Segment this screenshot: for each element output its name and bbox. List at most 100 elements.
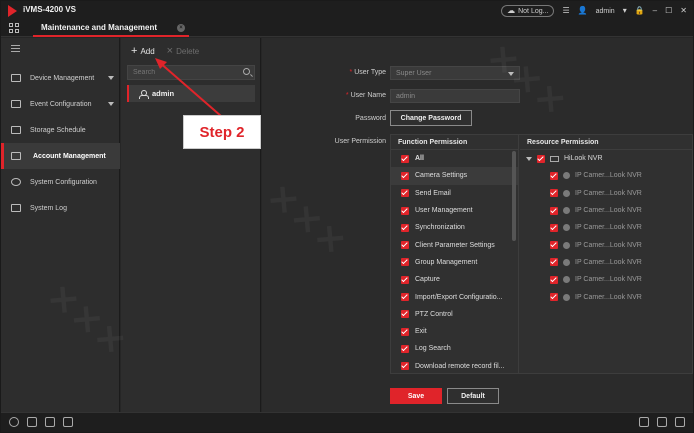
chevron-down-icon — [508, 72, 514, 76]
resource-camera-item[interactable]: IP Camer...Look NVR — [520, 185, 693, 202]
user-type-select[interactable]: Super User — [390, 66, 520, 80]
function-permission-item[interactable]: Client Parameter Settings — [391, 236, 518, 253]
resource-checkbox[interactable] — [550, 293, 558, 302]
sidebar-item-event-configuration[interactable]: Event Configuration — [1, 91, 120, 117]
menu-toggle-icon[interactable] — [11, 45, 20, 54]
user-permission-label: User Permission — [334, 138, 386, 145]
camera-icon — [563, 276, 570, 284]
function-permission-item[interactable]: All — [391, 150, 518, 167]
lock-icon[interactable]: 🔒 — [635, 6, 645, 16]
sidebar-item-system-log[interactable]: System Log — [1, 195, 120, 221]
default-button[interactable]: Default — [447, 388, 499, 404]
alarm-icon[interactable] — [9, 417, 19, 427]
function-permission-item[interactable]: PTZ Control — [391, 306, 518, 323]
sidebar: Device Management Event Configuration St… — [1, 38, 120, 412]
save-button[interactable]: Save — [390, 388, 442, 404]
sidebar-item-system-configuration[interactable]: System Configuration — [1, 169, 120, 195]
close-panel-icon[interactable] — [675, 417, 685, 427]
function-permission-item[interactable]: User Management — [391, 202, 518, 219]
status-bar — [1, 412, 693, 432]
cloud-login-button[interactable]: ☁ Not Log... — [501, 5, 555, 17]
plus-icon: + — [131, 45, 138, 57]
tab-maintenance-management[interactable]: Maintenance and Management × — [33, 20, 189, 37]
resource-camera-item[interactable]: IP Camer...Look NVR — [520, 288, 693, 305]
tab-close-icon[interactable]: × — [177, 24, 185, 32]
list-icon[interactable]: ☰ — [562, 6, 569, 16]
function-permission-item[interactable]: Capture — [391, 271, 518, 288]
permission-checkbox[interactable] — [401, 223, 409, 232]
sidebar-item-label: Device Management — [30, 74, 95, 82]
log-icon — [11, 204, 21, 212]
sidebar-item-storage-schedule[interactable]: Storage Schedule — [1, 117, 120, 143]
device-icon — [11, 74, 21, 82]
function-permission-item[interactable]: Camera Settings — [391, 167, 518, 185]
function-permission-item[interactable]: Log Search — [391, 340, 518, 357]
resource-checkbox[interactable] — [537, 154, 545, 163]
permission-checkbox[interactable] — [401, 171, 409, 180]
close-icon[interactable]: ✕ — [680, 6, 687, 16]
speaker-icon[interactable] — [63, 417, 73, 427]
resource-checkbox[interactable] — [550, 189, 558, 198]
resource-camera-item[interactable]: IP Camer...Look NVR — [520, 271, 693, 288]
permission-label: All — [415, 155, 424, 163]
resource-checkbox[interactable] — [550, 241, 558, 250]
permission-checkbox[interactable] — [401, 189, 409, 198]
resource-label: IP Camer...Look NVR — [575, 293, 642, 301]
minimize-icon[interactable]: – — [653, 6, 657, 16]
permission-checkbox[interactable] — [401, 362, 409, 371]
username-dropdown[interactable]: admin — [596, 8, 615, 15]
change-password-button[interactable]: Change Password — [390, 110, 472, 126]
trash-icon[interactable] — [27, 417, 37, 427]
function-permission-item[interactable]: Group Management — [391, 254, 518, 271]
resource-camera-item[interactable]: IP Camer...Look NVR — [520, 167, 693, 184]
maximize-icon[interactable]: ☐ — [665, 6, 672, 16]
resource-camera-item[interactable]: IP Camer...Look NVR — [520, 254, 693, 271]
permission-checkbox[interactable] — [401, 241, 409, 250]
pin-icon[interactable] — [639, 417, 649, 427]
window-icon[interactable] — [657, 417, 667, 427]
function-permission-item[interactable]: Synchronization — [391, 219, 518, 236]
user-detail-panel: * User Type Super User * User Name admin… — [262, 38, 693, 412]
resource-root-row[interactable]: HiLook NVR — [520, 150, 693, 167]
permission-checkbox[interactable] — [401, 293, 409, 302]
function-permission-item[interactable]: Exit — [391, 323, 518, 340]
step-callout: Step 2 — [183, 115, 261, 149]
resource-checkbox[interactable] — [550, 223, 558, 232]
permission-checkbox[interactable] — [401, 258, 409, 267]
resource-checkbox[interactable] — [550, 275, 558, 284]
resource-checkbox[interactable] — [550, 258, 558, 267]
delete-user-button[interactable]: × Delete — [167, 46, 200, 57]
user-list-item-admin[interactable]: admin — [127, 85, 255, 102]
image-icon[interactable] — [45, 417, 55, 427]
permission-checkbox[interactable] — [401, 344, 409, 353]
permission-label: Client Parameter Settings — [415, 241, 495, 249]
search-icon[interactable] — [243, 68, 250, 75]
function-permission-item[interactable]: Download remote record fil... — [391, 358, 518, 375]
module-grid-icon[interactable] — [9, 23, 19, 33]
function-permission-header: Function Permission — [391, 135, 518, 150]
function-scrollbar[interactable] — [512, 151, 516, 241]
function-permission-item[interactable]: Import/Export Configuratio... — [391, 288, 518, 305]
resource-camera-item[interactable]: IP Camer...Look NVR — [520, 236, 693, 253]
resource-checkbox[interactable] — [550, 206, 558, 215]
sidebar-item-label: System Configuration — [30, 178, 97, 186]
resource-checkbox[interactable] — [550, 171, 558, 180]
sidebar-item-account-management[interactable]: Account Management — [1, 143, 120, 169]
sidebar-item-device-management[interactable]: Device Management — [1, 65, 120, 91]
expand-icon[interactable] — [526, 156, 532, 161]
sidebar-item-label: Event Configuration — [30, 100, 92, 108]
resource-camera-item[interactable]: IP Camer...Look NVR — [520, 219, 693, 236]
function-permission-item[interactable]: Send Email — [391, 185, 518, 202]
title-bar-controls: ☁ Not Log... ☰ 👤 admin ▾ 🔒 – ☐ ✕ — [501, 4, 687, 18]
user-name-field[interactable]: admin — [390, 89, 520, 103]
permission-checkbox[interactable] — [401, 310, 409, 319]
permission-checkbox[interactable] — [401, 327, 409, 336]
chevron-down-icon[interactable]: ▾ — [623, 6, 627, 16]
add-user-button[interactable]: + Add — [131, 45, 155, 57]
permission-checkbox[interactable] — [401, 275, 409, 284]
resource-camera-item[interactable]: IP Camer...Look NVR — [520, 202, 693, 219]
nvr-icon — [550, 155, 559, 162]
permission-checkbox[interactable] — [401, 206, 409, 215]
permission-checkbox[interactable] — [401, 154, 409, 163]
user-search-input[interactable] — [127, 65, 255, 80]
